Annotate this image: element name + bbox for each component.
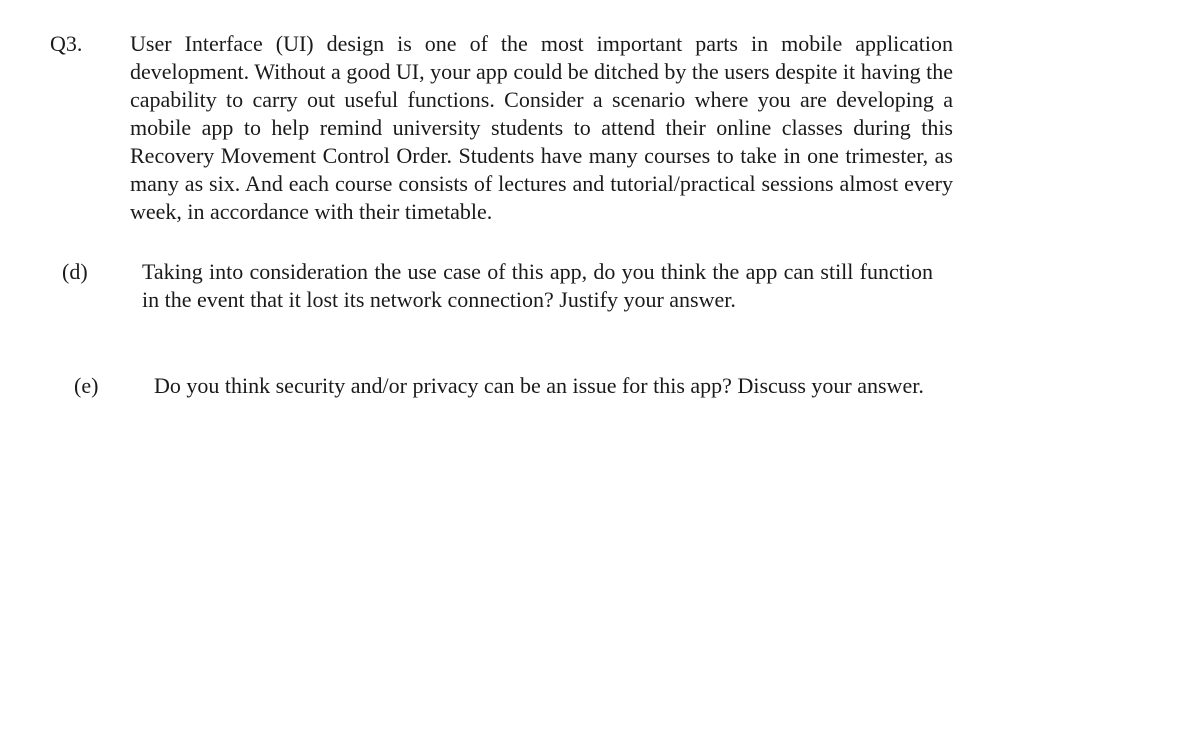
part-e-label: (e) — [40, 372, 154, 400]
part-e-text: Do you think security and/or privacy can… — [154, 372, 1143, 400]
exam-page: Q3. User Interface (UI) design is one of… — [0, 0, 1183, 730]
question-block: Q3. User Interface (UI) design is one of… — [40, 30, 1143, 226]
part-d-text: Taking into consideration the use case o… — [142, 258, 1143, 314]
part-e-block: (e) Do you think security and/or privacy… — [40, 372, 1143, 400]
part-d-block: (d) Taking into consideration the use ca… — [40, 258, 1143, 314]
part-d-label: (d) — [40, 258, 142, 286]
spacer — [40, 332, 1143, 372]
question-number: Q3. — [40, 30, 130, 58]
spacer — [40, 244, 1143, 258]
question-intro-text: User Interface (UI) design is one of the… — [130, 30, 1143, 226]
